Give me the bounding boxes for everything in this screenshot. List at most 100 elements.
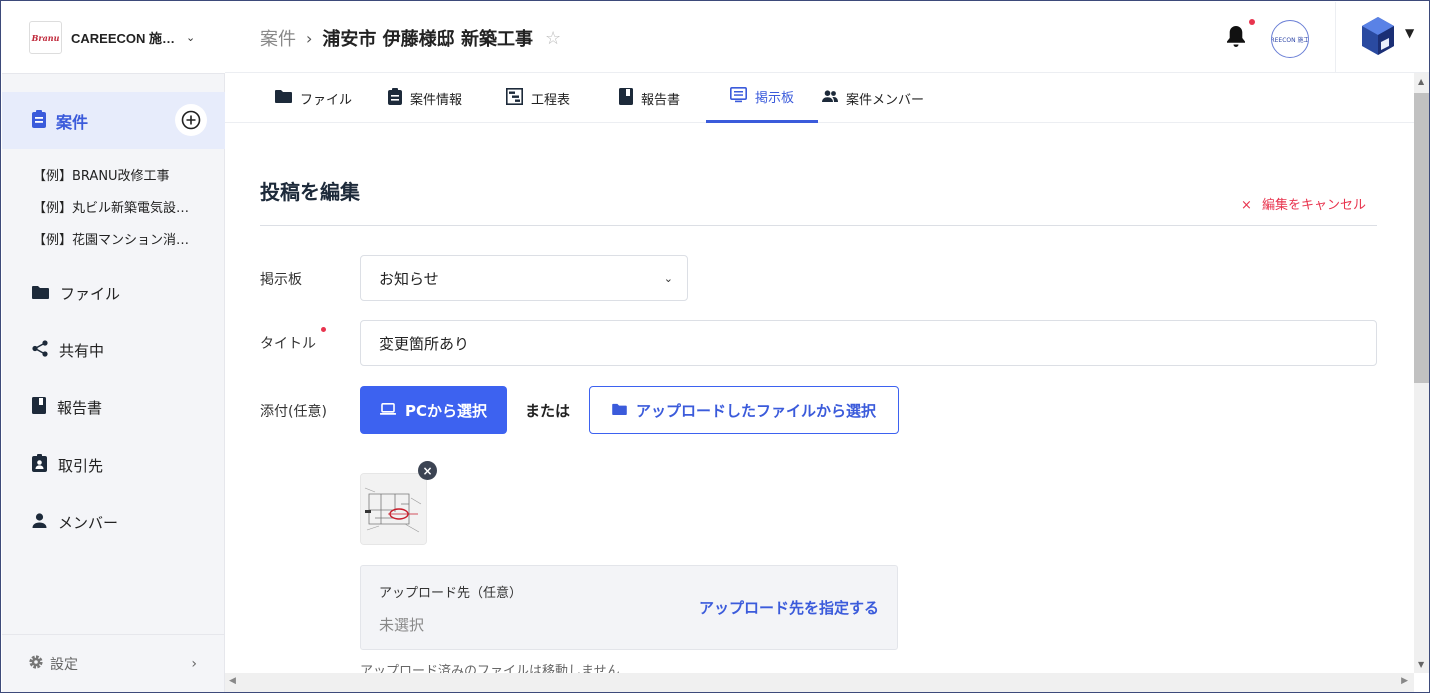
title-input[interactable]: 変更箇所あり [360, 320, 1377, 366]
chevron-right-icon: › [191, 655, 197, 672]
edit-post-form: 投稿を編集 × 編集をキャンセル 掲示板 お知らせ ⌄ タイトル 変更箇所あり … [225, 123, 1414, 673]
tab-label: 報告書 [641, 92, 681, 108]
person-icon [32, 513, 47, 532]
folder-icon [32, 285, 49, 303]
title-field-label: タイトル [260, 336, 316, 352]
project-link[interactable]: 【例】BRANU改修工事 [33, 165, 170, 184]
tab-label: 案件メンバー [846, 92, 925, 108]
scroll-down-icon[interactable]: ▼ [1418, 660, 1424, 669]
breadcrumb: 案件 › 浦安市 伊藤様邸 新築工事 ☆ [260, 25, 561, 51]
book-icon [619, 87, 633, 109]
chevron-down-icon: ⌄ [663, 271, 673, 285]
divider [260, 225, 1377, 226]
settings-label: 設定 [50, 656, 78, 673]
upload-note: アップロード済みのファイルは移動しません [360, 664, 620, 673]
tab-board[interactable]: 掲示板 [706, 73, 818, 123]
sidebar-item-label: 取引先 [58, 456, 104, 475]
clipboard-icon [388, 87, 402, 109]
sidebar-item-label: 案件 [56, 112, 89, 132]
page-title: 浦安市 伊藤様邸 新築工事 [322, 29, 533, 50]
close-icon: × [1241, 198, 1252, 213]
app-window: Branu CAREECON 施… ⌄ 案件 【例】BRANU改修工事 【例】丸… [0, 0, 1430, 693]
board-select[interactable]: お知らせ ⌄ [360, 255, 688, 301]
scroll-up-icon[interactable]: ▲ [1418, 77, 1424, 86]
select-from-pc-button[interactable]: PCから選択 [360, 386, 507, 434]
tab-reports[interactable]: 報告書 [619, 73, 680, 123]
sidebar-item-clients[interactable]: 取引先 [32, 454, 103, 476]
project-link[interactable]: 【例】丸ビル新築電気設… [33, 197, 189, 216]
attachment-field-label: 添付(任意) [260, 404, 327, 420]
button-label: アップロードしたファイルから選択 [635, 401, 876, 420]
tab-project-members[interactable]: 案件メンバー [822, 73, 924, 123]
required-indicator [321, 327, 326, 332]
clipboard-icon [31, 109, 47, 132]
sidebar: Branu CAREECON 施… ⌄ 案件 【例】BRANU改修工事 【例】丸… [2, 2, 225, 692]
project-link[interactable]: 【例】花園マンション消… [33, 229, 189, 248]
or-text: または [525, 402, 571, 420]
scrollbar-thumb[interactable] [1414, 93, 1429, 383]
share-icon [32, 340, 48, 361]
divider [1335, 2, 1336, 73]
upload-destination-box: アップロード先（任意） 未選択 アップロード先を指定する [360, 565, 898, 650]
company-avatar[interactable]: REECON 施工 [1271, 20, 1309, 58]
book-icon [32, 397, 46, 418]
horizontal-scrollbar[interactable]: ◀ ▶ [225, 673, 1414, 692]
org-logo: Branu [29, 21, 62, 54]
star-icon[interactable]: ☆ [545, 28, 561, 49]
chevron-down-icon: ⌄ [186, 31, 196, 44]
sidebar-item-label: メンバー [58, 514, 119, 532]
user-avatar[interactable] [1361, 16, 1395, 60]
bell-icon[interactable] [1225, 24, 1247, 52]
sidebar-item-reports[interactable]: 報告書 [32, 397, 102, 418]
add-project-button[interactable] [175, 104, 207, 136]
sidebar-item-files[interactable]: ファイル [32, 283, 120, 304]
scroll-left-icon[interactable]: ◀ [229, 676, 236, 686]
upload-destination-value: 未選択 [379, 616, 425, 634]
board-icon [729, 86, 747, 107]
tab-label: ファイル [300, 92, 353, 108]
sidebar-item-members[interactable]: メンバー [32, 512, 118, 533]
cancel-edit-button[interactable]: × 編集をキャンセル [1241, 194, 1366, 213]
remove-attachment-button[interactable]: × [418, 461, 437, 480]
button-label: PCから選択 [404, 401, 487, 420]
sidebar-item-shared[interactable]: 共有中 [32, 340, 104, 361]
form-title: 投稿を編集 [260, 180, 360, 204]
tab-schedule[interactable]: 工程表 [506, 73, 570, 123]
set-upload-destination-link[interactable]: アップロード先を指定する [699, 597, 879, 618]
tab-label: 工程表 [531, 92, 571, 108]
top-header: 案件 › 浦安市 伊藤様邸 新築工事 ☆ REECON 施工 ▼ [225, 2, 1429, 73]
breadcrumb-parent[interactable]: 案件 [260, 25, 296, 51]
board-field-label: 掲示板 [260, 272, 302, 288]
tab-label: 掲示板 [754, 91, 794, 106]
tab-project-info[interactable]: 案件情報 [388, 73, 462, 123]
tab-files[interactable]: ファイル [275, 73, 352, 123]
project-tabs: ファイル 案件情報 工程表 報告書 掲示板 案件メンバー [225, 73, 1414, 123]
gear-icon [28, 654, 44, 674]
sidebar-item-projects[interactable]: 案件 [2, 92, 225, 149]
laptop-icon [379, 401, 396, 419]
people-icon [822, 90, 838, 106]
notification-dot [1249, 19, 1255, 25]
sidebar-item-label: 共有中 [59, 342, 105, 360]
chevron-right-icon: › [306, 28, 313, 48]
board-select-value: お知らせ [379, 269, 439, 288]
select-uploaded-file-button[interactable]: アップロードしたファイルから選択 [589, 386, 899, 434]
cancel-label: 編集をキャンセル [1262, 198, 1367, 213]
org-switcher[interactable]: Branu CAREECON 施… ⌄ [2, 2, 225, 74]
gantt-icon [506, 87, 523, 109]
caret-down-icon[interactable]: ▼ [1405, 26, 1414, 40]
tab-label: 案件情報 [410, 92, 463, 108]
vertical-scrollbar[interactable]: ▲ ▼ [1414, 73, 1429, 673]
sidebar-item-label: 報告書 [57, 399, 103, 417]
scroll-right-icon[interactable]: ▶ [1401, 676, 1408, 686]
sidebar-item-label: ファイル [60, 285, 121, 303]
plus-circle-icon [181, 110, 201, 130]
upload-destination-title: アップロード先（任意） [379, 586, 523, 601]
contact-badge-icon [32, 454, 47, 476]
floor-plan-image [361, 474, 426, 544]
org-name: CAREECON 施… [71, 31, 176, 46]
attachment-thumbnail[interactable] [360, 473, 427, 545]
settings-menu[interactable]: 設定 › [2, 634, 225, 692]
folder-icon [612, 401, 627, 419]
folder-icon [275, 89, 292, 107]
